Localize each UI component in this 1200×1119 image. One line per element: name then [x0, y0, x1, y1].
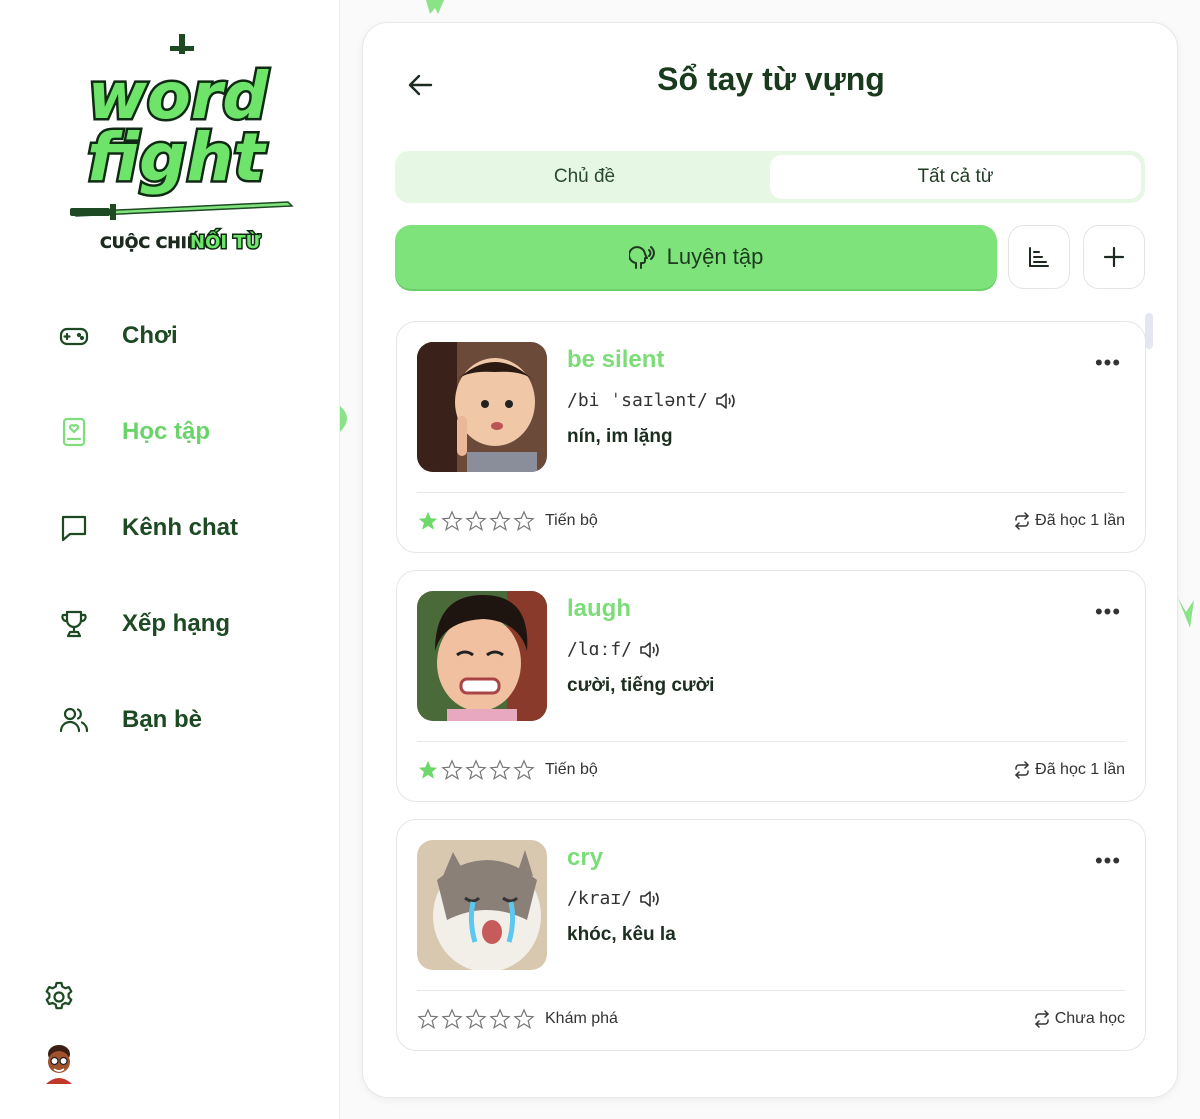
study-status: Đã học 1 lần — [1013, 512, 1125, 530]
star-empty-icon — [465, 510, 487, 532]
sidebar-item-label: Kênh chat — [122, 514, 239, 541]
add-word-button[interactable] — [1083, 225, 1145, 289]
tab-tat-ca-tu[interactable]: Tất cả từ — [770, 155, 1141, 199]
svg-text:NỐI TỪ: NỐI TỪ — [190, 229, 261, 253]
word-fight-logo[interactable]: word fight CUỘC CHIẾN NỐI TỪ — [48, 30, 308, 260]
pronunciation: /lɑːf/ — [567, 639, 660, 660]
sidebar-item-ban-be[interactable]: Bạn bè — [56, 690, 316, 750]
repeat-icon — [1015, 512, 1029, 530]
star-empty-icon — [465, 1008, 487, 1030]
pronunciation: /kraɪ/ — [567, 888, 660, 909]
speaker-icon[interactable] — [638, 640, 660, 660]
status-text: Đã học 1 lần — [1035, 512, 1125, 529]
progress-stars: Tiến bộ — [417, 510, 598, 532]
practice-button[interactable]: Luyện tập — [395, 225, 997, 289]
divider — [417, 492, 1125, 493]
sidebar-item-label: Chơi — [122, 322, 178, 349]
star-empty-icon — [465, 759, 487, 781]
chat-bubble-icon — [56, 510, 92, 546]
gear-icon[interactable] — [42, 980, 76, 1014]
word-card[interactable]: laugh /lɑːf/ cười, tiếng cười ••• Tiến b… — [396, 570, 1146, 802]
star-filled-icon — [418, 511, 438, 530]
gamepad-icon — [56, 318, 92, 354]
progress-stars: Tiến bộ — [417, 759, 598, 781]
view-tabs: Chủ đề Tất cả từ — [395, 151, 1145, 203]
sort-bars-icon — [1029, 247, 1049, 267]
sidebar-item-label: Bạn bè — [122, 706, 203, 733]
sidebar-item-hoc-tap[interactable]: Học tập — [56, 402, 316, 462]
star-empty-icon — [441, 759, 463, 781]
status-text: Đã học 1 lần — [1035, 761, 1125, 778]
ipa-text: /kraɪ/ — [567, 888, 633, 909]
star-empty-icon — [417, 1008, 439, 1030]
notebook-icon — [56, 414, 92, 450]
decoration-splash — [340, 406, 347, 432]
repeat-icon — [1034, 1010, 1049, 1028]
word-image — [417, 342, 547, 472]
sidebar-item-kenh-chat[interactable]: Kênh chat — [56, 498, 316, 558]
trophy-icon — [56, 606, 92, 642]
divider — [417, 990, 1125, 991]
sidebar: word fight CUỘC CHIẾN NỐI TỪ Chơi Học tậ… — [0, 0, 340, 1119]
decoration-splash — [426, 0, 444, 14]
word-meaning: nín, im lặng — [567, 426, 673, 447]
vocabulary-panel: Sổ tay từ vựng Chủ đề Tất cả từ Luyện tậ… — [362, 22, 1178, 1098]
level-label: Tiến bộ — [545, 761, 598, 778]
ipa-text: /lɑːf/ — [567, 639, 633, 660]
repeat-icon — [1015, 761, 1029, 779]
star-empty-icon — [489, 1008, 511, 1030]
plus-icon — [1103, 246, 1125, 268]
sidebar-item-xep-hang[interactable]: Xếp hạng — [56, 594, 316, 654]
practice-label: Luyện tập — [666, 244, 764, 269]
page-title: Sổ tay từ vựng — [657, 61, 885, 97]
divider — [417, 741, 1125, 742]
word-image — [417, 591, 547, 721]
more-options-button[interactable]: ••• — [1093, 848, 1123, 874]
friends-icon — [56, 702, 92, 738]
more-options-button[interactable]: ••• — [1093, 350, 1123, 376]
sort-button[interactable] — [1008, 225, 1070, 289]
svg-text:fight: fight — [87, 119, 267, 196]
word-meaning: cười, tiếng cười — [567, 675, 715, 696]
study-status: Đã học 1 lần — [1013, 761, 1125, 779]
more-options-button[interactable]: ••• — [1093, 599, 1123, 625]
star-empty-icon — [513, 510, 535, 532]
tab-chu-de[interactable]: Chủ đề — [399, 155, 770, 199]
pronunciation: /bi ˈsaɪlənt/ — [567, 390, 736, 411]
list-scrollbar[interactable] — [1145, 313, 1153, 349]
user-avatar[interactable] — [40, 1040, 78, 1084]
speaker-icon[interactable] — [714, 391, 736, 411]
star-empty-icon — [513, 1008, 535, 1030]
status-text: Chưa học — [1054, 1010, 1125, 1027]
star-filled-icon — [418, 760, 438, 779]
star-empty-icon — [441, 1008, 463, 1030]
word-meaning: khóc, kêu la — [567, 924, 676, 945]
word-card[interactable]: cry /kraɪ/ khóc, kêu la ••• Khám phá Chư… — [396, 819, 1146, 1051]
level-label: Tiến bộ — [545, 512, 598, 529]
star-empty-icon — [489, 759, 511, 781]
sidebar-item-label: Học tập — [122, 418, 211, 445]
star-empty-icon — [513, 759, 535, 781]
level-label: Khám phá — [545, 1010, 618, 1027]
progress-stars: Khám phá — [417, 1008, 618, 1030]
sidebar-item-choi[interactable]: Chơi — [56, 306, 316, 366]
speaking-head-icon — [628, 246, 655, 269]
word-title: be silent — [567, 346, 665, 373]
star-empty-icon — [489, 510, 511, 532]
word-image — [417, 840, 547, 970]
star-empty-icon — [441, 510, 463, 532]
word-card[interactable]: be silent /bi ˈsaɪlənt/ nín, im lặng •••… — [396, 321, 1146, 553]
sidebar-item-label: Xếp hạng — [122, 610, 231, 637]
ipa-text: /bi ˈsaɪlənt/ — [567, 390, 708, 411]
word-title: cry — [567, 844, 604, 871]
study-status: Chưa học — [1033, 1010, 1125, 1028]
speaker-icon[interactable] — [638, 889, 660, 909]
word-title: laugh — [567, 595, 631, 622]
